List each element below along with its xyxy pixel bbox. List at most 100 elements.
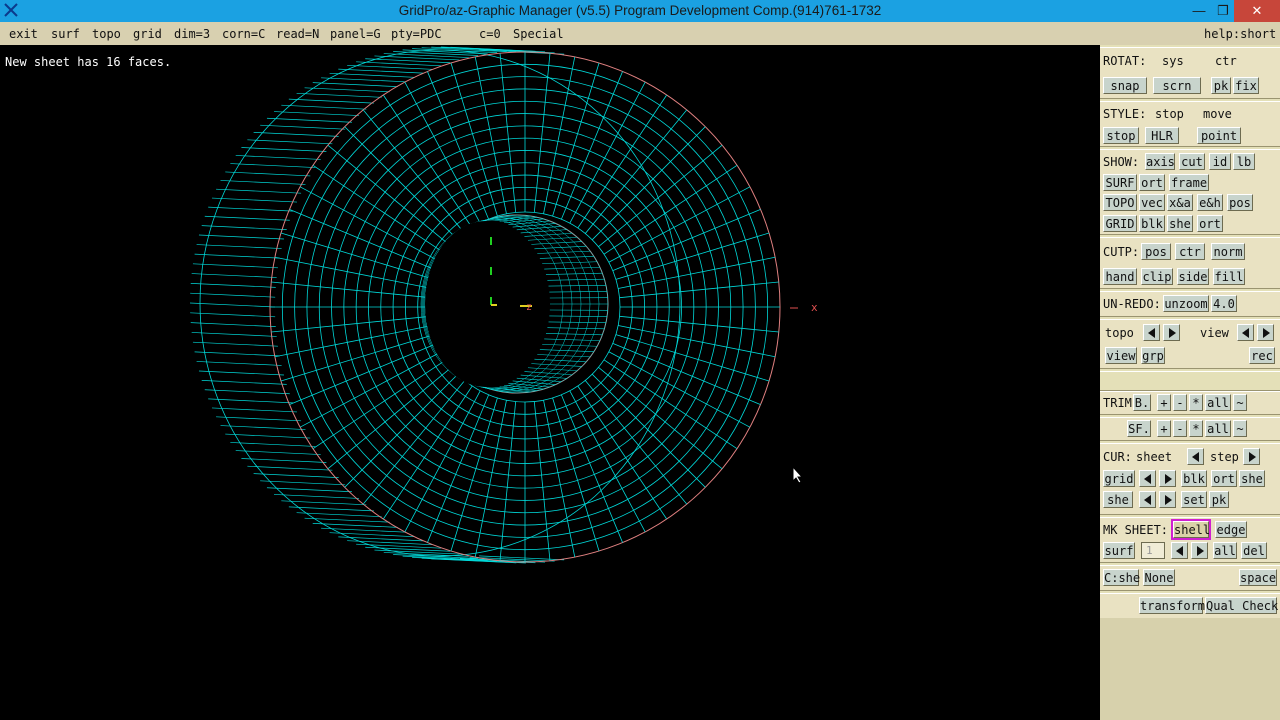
cutp-clip-button[interactable]: clip (1141, 268, 1173, 285)
cur-she-button[interactable]: she (1239, 470, 1265, 487)
trim-sf-plus-button[interactable]: + (1157, 420, 1171, 437)
face-spoke (569, 81, 646, 224)
show-surf-ort-button[interactable]: ort (1139, 174, 1165, 191)
topo-prev-arrow-icon[interactable] (1143, 324, 1160, 341)
cutp-norm-button[interactable]: norm (1211, 243, 1245, 260)
point-button[interactable]: point (1197, 127, 1241, 144)
trim-sf-star-button[interactable]: * (1189, 420, 1203, 437)
menu-read[interactable]: read=N (276, 27, 319, 41)
trim-minus-button[interactable]: - (1173, 394, 1187, 411)
cur-prev-arrow-icon[interactable] (1187, 448, 1204, 465)
mksheet-shell-button[interactable]: shell (1171, 519, 1211, 540)
show-she-button[interactable]: she (1167, 215, 1193, 232)
restore-button[interactable]: ❐ (1210, 0, 1236, 22)
cur-pk-button[interactable]: pk (1209, 491, 1229, 508)
mksheet-prev-arrow-icon[interactable] (1171, 542, 1188, 559)
cur-she2-button[interactable]: she (1103, 491, 1133, 508)
trim-b-button[interactable]: B. (1133, 394, 1151, 411)
mksheet-all-button[interactable]: all (1213, 542, 1237, 559)
cur-she-prev-arrow-icon[interactable] (1139, 491, 1156, 508)
cur-grid-next-arrow-icon[interactable] (1159, 470, 1176, 487)
show-vec-button[interactable]: vec (1139, 194, 1165, 211)
show-surf-button[interactable]: SURF (1103, 174, 1137, 191)
cur-set-button[interactable]: set (1181, 491, 1207, 508)
mksheet-input[interactable]: 1 (1141, 542, 1165, 559)
graphics-viewport[interactable]: New sheet has 16 faces. zx (0, 45, 1100, 720)
mksheet-next-arrow-icon[interactable] (1191, 542, 1208, 559)
side-line (208, 206, 294, 212)
menu-pty[interactable]: pty=PDC (391, 27, 442, 41)
cutp-side-button[interactable]: side (1177, 268, 1209, 285)
menu-dim[interactable]: dim=3 (174, 27, 210, 41)
unzoom-button[interactable]: unzoom (1163, 295, 1209, 312)
cur-she-next-arrow-icon[interactable] (1159, 491, 1176, 508)
mksheet-del-button[interactable]: del (1241, 542, 1267, 559)
cutp-pos-button[interactable]: pos (1141, 243, 1171, 260)
cutp-hand-button[interactable]: hand (1103, 268, 1137, 285)
show-id-button[interactable]: id (1209, 153, 1231, 170)
show-cut-button[interactable]: cut (1179, 153, 1205, 170)
topo-next-arrow-icon[interactable] (1163, 324, 1180, 341)
menu-help[interactable]: help:short (1204, 27, 1276, 41)
cur-blk-button[interactable]: blk (1181, 470, 1207, 487)
fix-button[interactable]: fix (1233, 77, 1259, 94)
side-line (329, 532, 415, 538)
hlr-button[interactable]: HLR (1145, 127, 1179, 144)
trim-sf-minus-button[interactable]: - (1173, 420, 1187, 437)
show-grid-button[interactable]: GRID (1103, 215, 1137, 232)
view-next-arrow-icon[interactable] (1257, 324, 1274, 341)
show-blk-button[interactable]: blk (1139, 215, 1165, 232)
rotat-sys[interactable]: sys (1162, 54, 1184, 68)
view-button[interactable]: view (1105, 347, 1137, 364)
stop-button[interactable]: stop (1103, 127, 1139, 144)
cutp-fill-button[interactable]: fill (1213, 268, 1245, 285)
none-button[interactable]: None (1143, 569, 1175, 586)
trim-sf-tilde-button[interactable]: ~ (1233, 420, 1247, 437)
show-eh-button[interactable]: e&h (1197, 194, 1223, 211)
transform-button[interactable]: transform (1139, 597, 1205, 614)
qual-check-button[interactable]: Qual Check (1205, 597, 1278, 614)
mksheet-edge-button[interactable]: edge (1215, 521, 1247, 538)
trim-all-button[interactable]: all (1205, 394, 1231, 411)
menu-special[interactable]: Special (513, 27, 564, 41)
space-button[interactable]: space (1239, 569, 1277, 586)
cur-grid-prev-arrow-icon[interactable] (1139, 470, 1156, 487)
cur-ort-button[interactable]: ort (1211, 470, 1237, 487)
zoom-value[interactable]: 4.0 (1211, 295, 1237, 312)
side-line (216, 188, 302, 194)
close-button[interactable]: ✕ (1234, 0, 1280, 22)
trim-sf-button[interactable]: SF. (1127, 420, 1151, 437)
show-xa-button[interactable]: x&a (1167, 194, 1193, 211)
cur-next-arrow-icon[interactable] (1243, 448, 1260, 465)
menu-panel[interactable]: panel=G (330, 27, 381, 41)
trim-plus-button[interactable]: + (1157, 394, 1171, 411)
rec-button[interactable]: rec (1249, 347, 1275, 364)
grp-button[interactable]: grp (1141, 347, 1165, 364)
trim-sf-all-button[interactable]: all (1205, 420, 1231, 437)
show-frame-button[interactable]: frame (1169, 174, 1209, 191)
cur-grid-button[interactable]: grid (1103, 470, 1135, 487)
face-spoke (382, 94, 473, 229)
minimize-button[interactable]: — (1186, 0, 1212, 22)
show-pos-button[interactable]: pos (1227, 194, 1253, 211)
trim-star-button[interactable]: * (1189, 394, 1203, 411)
pk-button[interactable]: pk (1211, 77, 1231, 94)
show-lb-button[interactable]: lb (1233, 153, 1255, 170)
view-prev-arrow-icon[interactable] (1237, 324, 1254, 341)
cshe-button[interactable]: C:she (1103, 569, 1140, 586)
show-topo-button[interactable]: TOPO (1103, 194, 1137, 211)
menu-c[interactable]: c=0 (479, 27, 501, 41)
show-axis-button[interactable]: axis (1145, 153, 1175, 170)
menu-surf[interactable]: surf (51, 27, 80, 41)
menu-topo[interactable]: topo (92, 27, 121, 41)
scrn-button[interactable]: scrn (1153, 77, 1201, 94)
trim-tilde-button[interactable]: ~ (1233, 394, 1247, 411)
menu-grid[interactable]: grid (133, 27, 162, 41)
rotat-ctr[interactable]: ctr (1215, 54, 1237, 68)
mksheet-surf-button[interactable]: surf (1103, 542, 1135, 559)
menu-corn[interactable]: corn=C (222, 27, 265, 41)
cutp-ctr-button[interactable]: ctr (1175, 243, 1205, 260)
snap-button[interactable]: snap (1103, 77, 1147, 94)
show-grid-ort-button[interactable]: ort (1197, 215, 1223, 232)
menu-exit[interactable]: exit (9, 27, 38, 41)
